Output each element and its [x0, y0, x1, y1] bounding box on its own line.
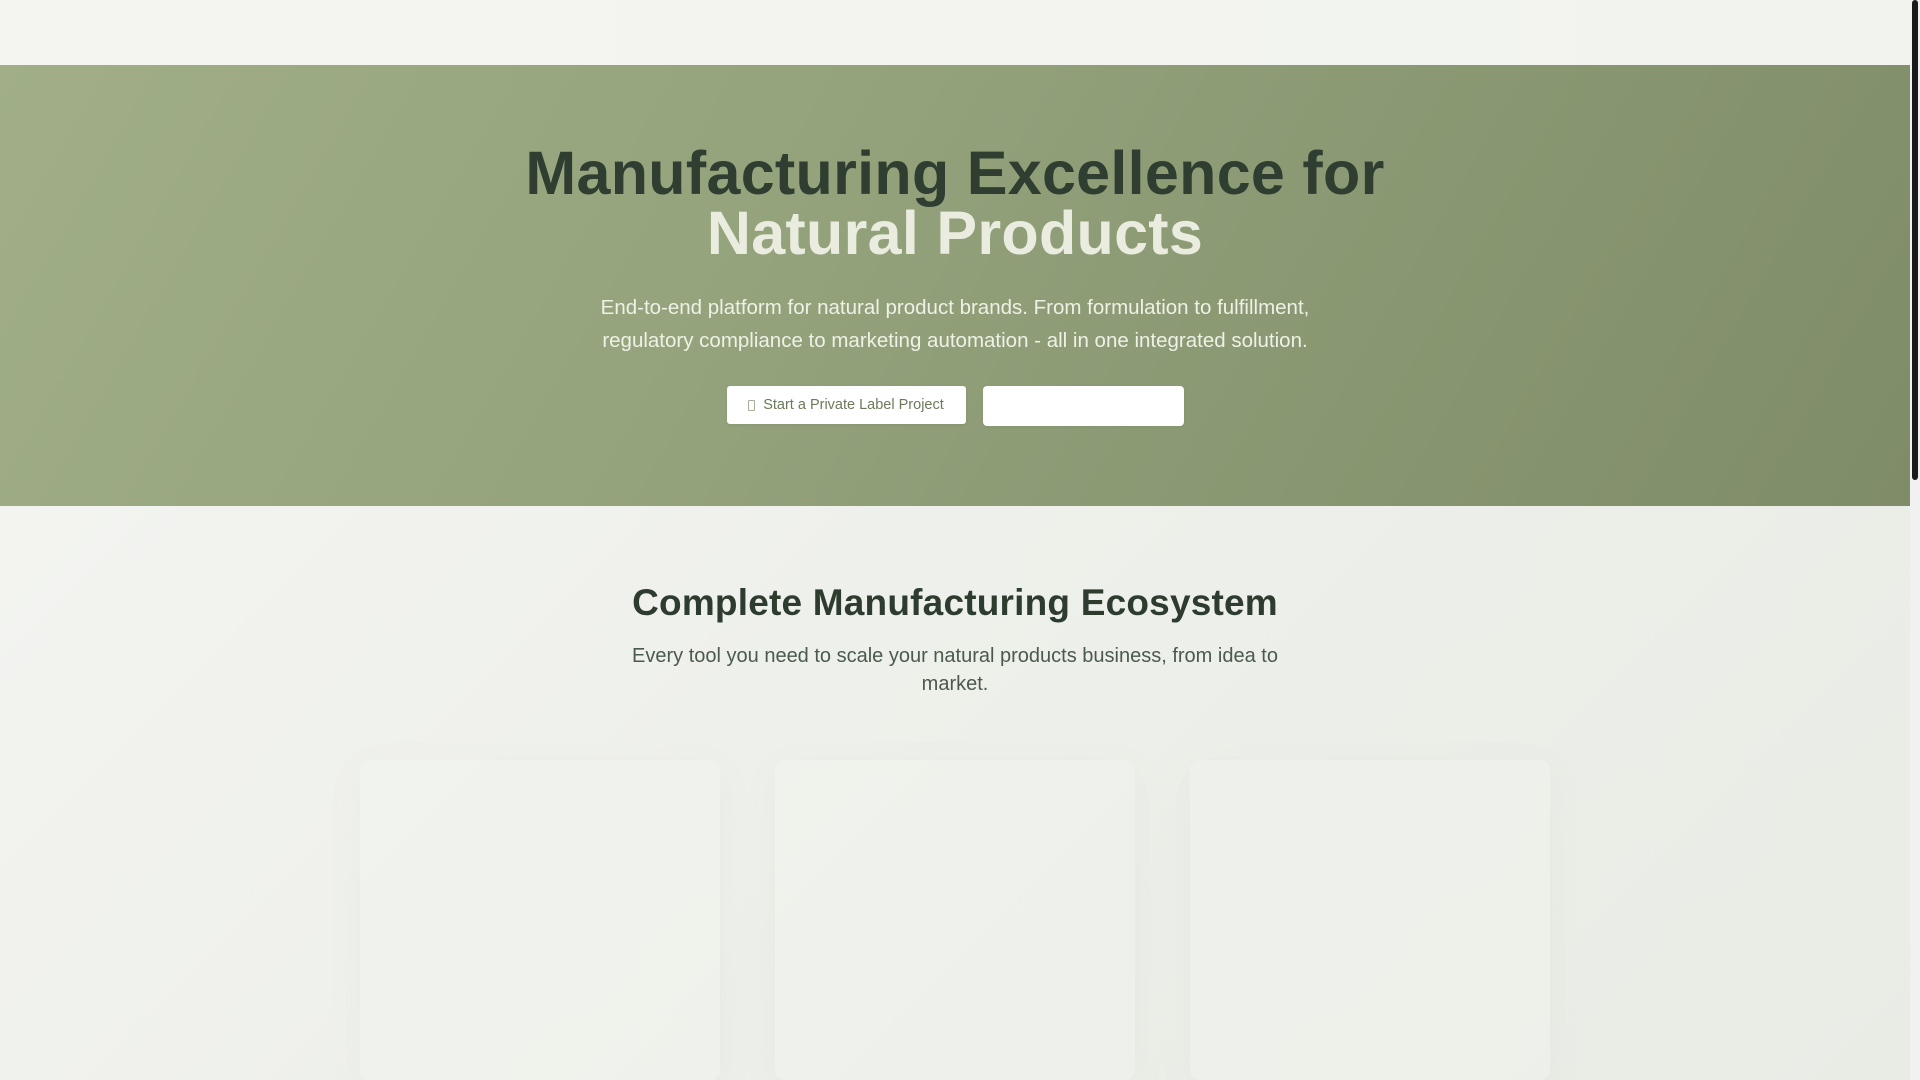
hero-subtitle-line2: regulatory compliance to marketing autom…: [602, 329, 1308, 352]
page: Manufacturing Excellence for Natural Pro…: [0, 0, 1910, 1080]
feature-card: [775, 760, 1135, 1080]
hero-title-line1: Manufacturing Excellence for: [525, 139, 1385, 207]
ecosystem-subtitle: Every tool you need to scale your natura…: [632, 645, 1278, 695]
leaf-icon: [748, 399, 756, 411]
ecosystem-title: Complete Manufacturing Ecosystem: [632, 582, 1278, 623]
secondary-cta-button[interactable]: [982, 386, 1184, 426]
start-private-label-project-button[interactable]: Start a Private Label Project: [726, 386, 966, 424]
feature-cards: [360, 760, 1550, 1080]
feature-card: [360, 760, 720, 1080]
hero-subtitle: End-to-end platform for natural product …: [560, 291, 1350, 357]
hero-title-line2: Natural Products: [706, 199, 1204, 267]
scrollbar-thumb[interactable]: [1912, 0, 1918, 480]
feature-card: [1190, 760, 1550, 1080]
hero-actions: Start a Private Label Project: [0, 386, 1910, 426]
vertical-scrollbar[interactable]: [1910, 0, 1920, 1080]
hero-subtitle-line1: End-to-end platform for natural product …: [600, 296, 1310, 319]
start-private-label-project-label: Start a Private Label Project: [763, 397, 944, 413]
hero-title: Manufacturing Excellence for Natural Pro…: [0, 139, 1910, 267]
hero-section: Manufacturing Excellence for Natural Pro…: [0, 65, 1910, 506]
top-navigation-bar: [0, 0, 1910, 65]
browser-viewport: Manufacturing Excellence for Natural Pro…: [0, 0, 1920, 1080]
